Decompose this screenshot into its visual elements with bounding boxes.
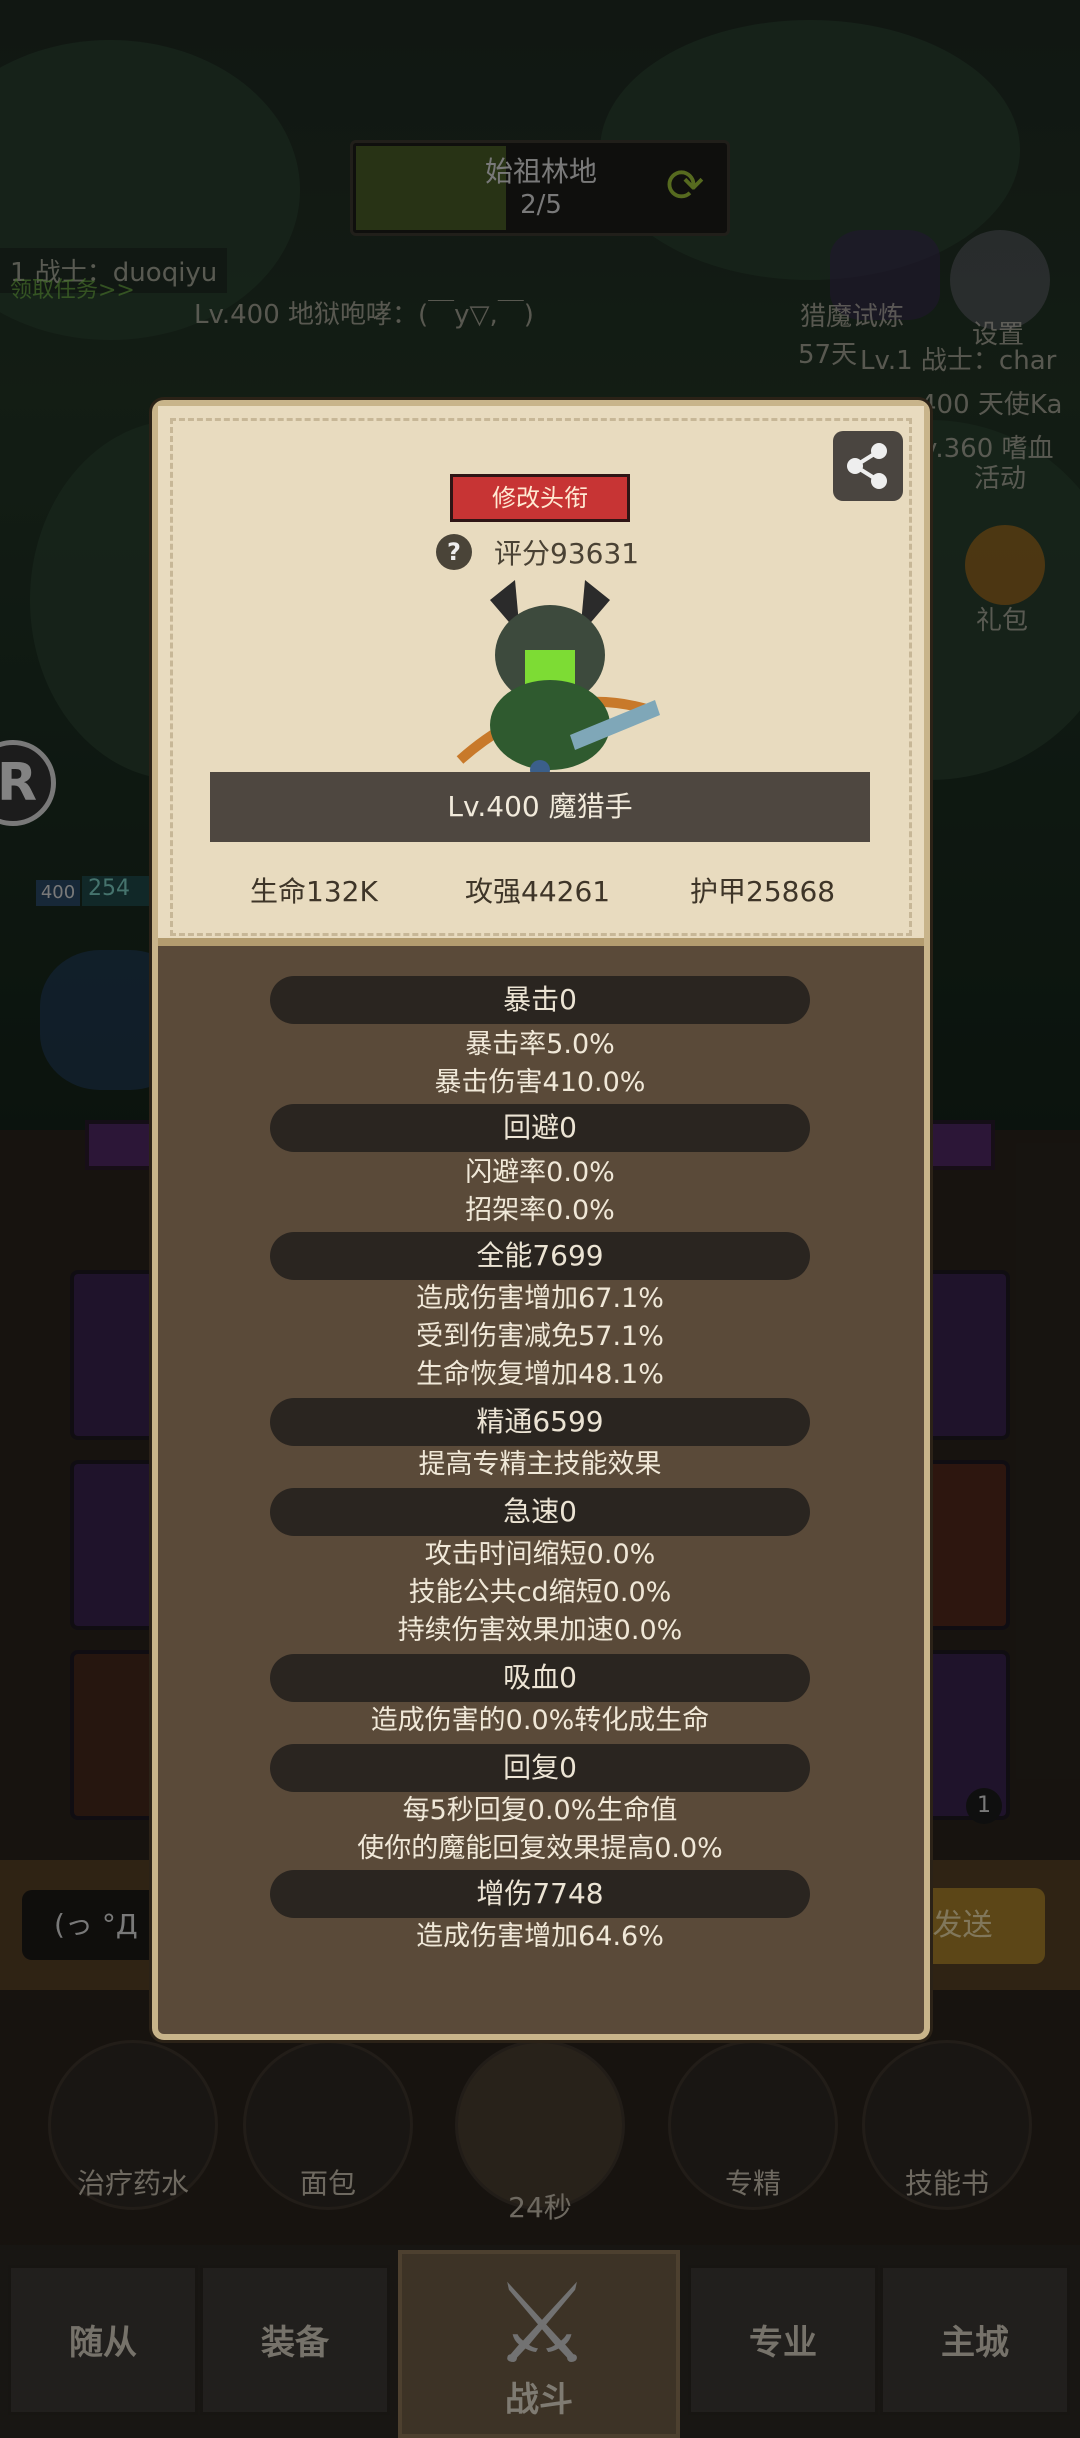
stat-line: 提高专精主技能效果	[418, 1449, 662, 1480]
stat-line: 暴击率5.0%	[465, 1029, 615, 1060]
stat-line: 受到伤害减免57.1%	[416, 1321, 664, 1352]
stat-armor: 护甲25868	[690, 875, 836, 908]
section-header-lifesteal: 吸血0	[270, 1654, 810, 1702]
hero-name-bar: Lv.400 魔猎手	[210, 772, 870, 842]
section-header-haste: 急速0	[270, 1488, 810, 1536]
stat-line: 造成伤害的0.0%转化成生命	[370, 1705, 710, 1736]
share-icon[interactable]	[833, 431, 903, 501]
section-header-mastery: 精通6599	[270, 1398, 810, 1446]
stat-line: 技能公共cd缩短0.0%	[408, 1577, 672, 1608]
stat-line: 造成伤害增加64.6%	[416, 1921, 664, 1952]
stat-line: 闪避率0.0%	[465, 1157, 615, 1188]
stat-attack-power: 攻强44261	[465, 875, 611, 908]
edit-title-button[interactable]: 修改头衔	[450, 474, 630, 522]
stat-line: 招架率0.0%	[465, 1195, 615, 1226]
stat-line: 持续伤害效果加速0.0%	[397, 1615, 683, 1646]
stat-line: 造成伤害增加67.1%	[416, 1283, 664, 1314]
section-header-avoidance: 回避0	[270, 1104, 810, 1152]
section-header-versatility: 全能7699	[270, 1232, 810, 1280]
stat-line: 生命恢复增加48.1%	[416, 1359, 664, 1390]
section-header-regen: 回复0	[270, 1744, 810, 1792]
stat-line: 暴击伤害410.0%	[434, 1067, 646, 1098]
stat-line: 每5秒回复0.0%生命值	[402, 1795, 678, 1826]
stat-line: 攻击时间缩短0.0%	[424, 1539, 656, 1570]
section-header-damage-bonus: 增伤7748	[270, 1870, 810, 1918]
section-header-crit: 暴击0	[270, 976, 810, 1024]
stat-health: 生命132K	[250, 875, 378, 908]
stat-line: 使你的魔能回复效果提高0.0%	[357, 1833, 723, 1864]
hero-avatar	[420, 560, 680, 785]
